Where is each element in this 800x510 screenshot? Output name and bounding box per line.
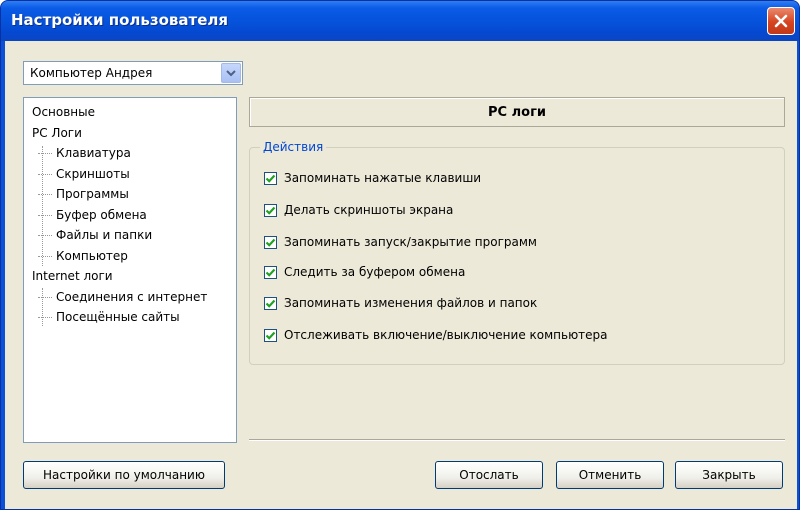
tree-item-general[interactable]: Основные — [24, 102, 236, 123]
settings-window: Настройки пользователя Компьютер Андрея … — [0, 0, 800, 510]
tree-item-visited-sites[interactable]: Посещённые сайты — [24, 307, 236, 328]
close-window-button[interactable] — [767, 7, 795, 35]
checkbox-label: Запоминать изменения файлов и папок — [284, 296, 538, 310]
title-bar[interactable]: Настройки пользователя — [1, 1, 799, 41]
checkmark-icon — [265, 268, 276, 277]
checkbox-row-keystrokes[interactable]: Запоминать нажатые клавиши — [264, 168, 481, 188]
checkbox-clipboard[interactable] — [264, 265, 277, 279]
tree-item-keyboard[interactable]: Клавиатура — [24, 143, 236, 164]
section-header: PC логи — [249, 97, 785, 127]
close-icon — [774, 14, 788, 28]
actions-group-title: Действия — [260, 140, 327, 154]
close-button[interactable]: Закрыть — [675, 461, 783, 489]
dialog-client-area: Компьютер Андрея Основные PC Логи Клавиа… — [5, 41, 797, 509]
checkbox-row-power[interactable]: Отслеживать включение/выключение компьют… — [264, 325, 608, 345]
defaults-button[interactable]: Настройки по умолчанию — [23, 461, 225, 489]
checkbox-row-files[interactable]: Запоминать изменения файлов и папок — [264, 293, 537, 313]
checkbox-label: Запоминать запуск/закрытие программ — [284, 235, 537, 249]
cancel-button[interactable]: Отменить — [556, 461, 664, 489]
user-select-dropdown-button[interactable] — [221, 63, 241, 83]
tree-item-pc-logs[interactable]: PC Логи — [24, 123, 236, 144]
checkbox-row-screenshots[interactable]: Делать скриншоты экрана — [264, 200, 453, 220]
settings-tree[interactable]: Основные PC Логи Клавиатура Скриншоты Пр… — [23, 97, 237, 443]
checkbox-label: Запоминать нажатые клавиши — [284, 171, 482, 185]
checkbox-label: Следить за буфером обмена — [284, 265, 466, 279]
tree-item-computer[interactable]: Компьютер — [24, 246, 236, 267]
checkbox-files[interactable] — [264, 296, 277, 310]
tree-item-programs[interactable]: Программы — [24, 184, 236, 205]
checkmark-icon — [265, 174, 276, 183]
tree-item-screenshots[interactable]: Скриншоты — [24, 164, 236, 185]
checkbox-screenshots[interactable] — [264, 203, 277, 217]
tree-item-files-folders[interactable]: Файлы и папки — [24, 225, 236, 246]
checkbox-label: Отслеживать включение/выключение компьют… — [284, 328, 608, 342]
user-select-value: Компьютер Андрея — [30, 66, 153, 80]
checkmark-icon — [265, 331, 276, 340]
checkmark-icon — [265, 238, 276, 247]
tree-item-internet-logs[interactable]: Internet логи — [24, 266, 236, 287]
user-select[interactable]: Компьютер Андрея — [23, 61, 243, 85]
checkmark-icon — [265, 206, 276, 215]
checkbox-programs[interactable] — [264, 235, 277, 249]
tree-item-clipboard[interactable]: Буфер обмена — [24, 205, 236, 226]
chevron-down-icon — [226, 70, 236, 77]
checkbox-row-programs[interactable]: Запоминать запуск/закрытие программ — [264, 232, 537, 252]
tree-item-connections[interactable]: Соединения с интернет — [24, 287, 236, 308]
checkbox-label: Делать скриншоты экрана — [284, 203, 454, 217]
actions-group: Действия Запоминать нажатые клавиши Дела… — [249, 140, 785, 365]
window-title: Настройки пользователя — [11, 11, 228, 29]
checkbox-row-clipboard[interactable]: Следить за буфером обмена — [264, 262, 465, 282]
send-button[interactable]: Отослать — [435, 461, 543, 489]
section-title: PC логи — [488, 104, 546, 120]
checkbox-keystrokes[interactable] — [264, 171, 277, 185]
checkmark-icon — [265, 299, 276, 308]
separator — [249, 439, 785, 441]
checkbox-power[interactable] — [264, 328, 277, 342]
